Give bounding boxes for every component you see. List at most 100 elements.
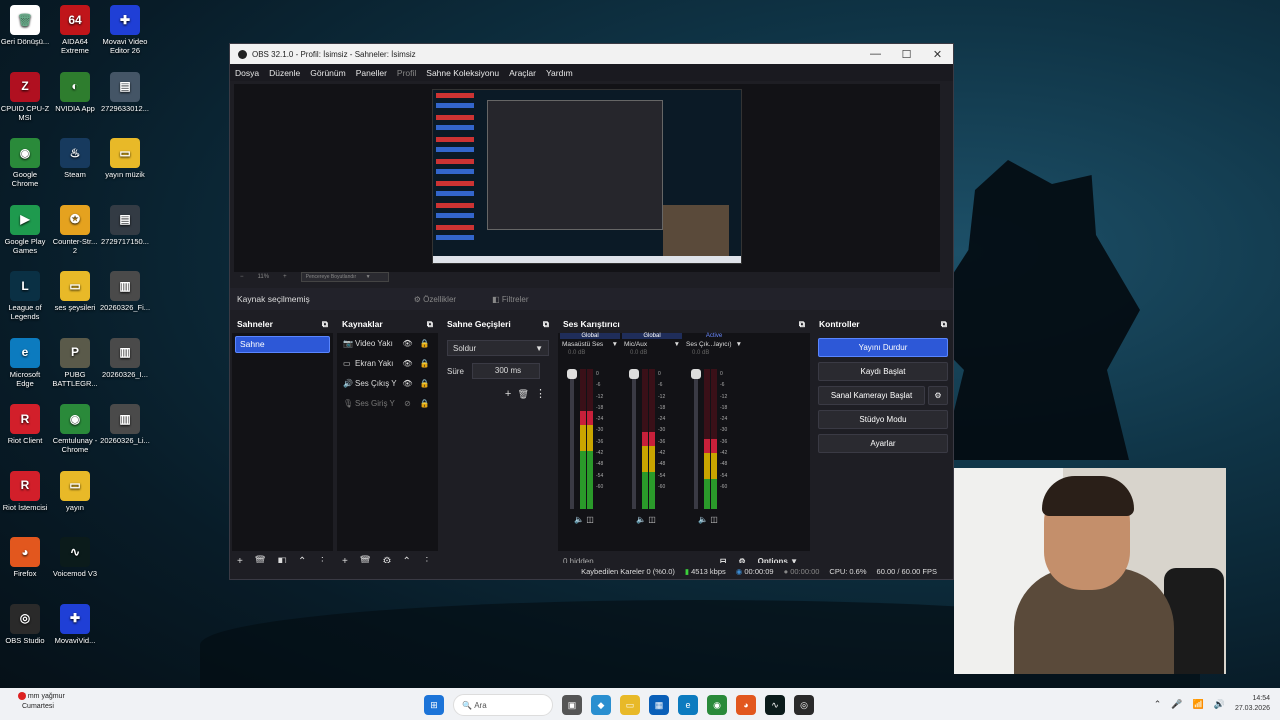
minimize-button[interactable]: — xyxy=(860,48,891,61)
search-box[interactable]: 🔍 Ara xyxy=(453,694,553,716)
source-item[interactable]: 📷 Video Yakı 👁 🔒 xyxy=(337,333,438,353)
desktop-icon[interactable]: ▥ 20260326_I... xyxy=(100,337,150,379)
eye-icon[interactable]: 👁 xyxy=(399,339,416,348)
source-item[interactable]: 🔊 Ses Çıkış Y 👁 🔒 xyxy=(337,373,438,393)
desktop-icon[interactable]: ▭ yayın xyxy=(50,470,100,512)
volume-fader[interactable] xyxy=(567,369,577,509)
undock-icon[interactable]: ⧉ xyxy=(543,319,549,330)
stop-streaming-button[interactable]: Yayını Durdur xyxy=(818,338,948,357)
volume-fader[interactable] xyxy=(629,369,639,509)
weather-widget[interactable]: 2 mm yağmur Cumartesi xyxy=(18,692,65,712)
menu-help[interactable]: Yardım xyxy=(546,68,573,78)
menu-scene-collection[interactable]: Sahne Koleksiyonu xyxy=(426,68,499,78)
desktop-icon[interactable]: ◎ OBS Studio xyxy=(0,603,50,645)
speaker-icon[interactable]: 🔈 xyxy=(698,515,708,524)
task-view-icon[interactable]: ▣ xyxy=(562,695,582,715)
speaker-icon[interactable]: 🔈 xyxy=(574,515,584,524)
desktop-icon[interactable]: Z CPUID CPU-Z MSI xyxy=(0,71,50,122)
mic-icon[interactable]: 🎤 xyxy=(1171,699,1182,710)
headphone-icon[interactable]: ◫ xyxy=(648,515,656,524)
menu-profile[interactable]: Profil xyxy=(397,68,416,78)
desktop-icon[interactable]: 🗑 Geri Dönüşü... xyxy=(0,5,50,46)
fader-knob[interactable] xyxy=(629,369,639,379)
menu-tools[interactable]: Araçlar xyxy=(509,68,536,78)
preview-canvas[interactable] xyxy=(234,84,940,272)
desktop-icon[interactable]: ▤ 2729633012... xyxy=(100,71,150,113)
desktop-icon[interactable]: P PUBG BATTLEGR... xyxy=(50,337,100,388)
start-recording-button[interactable]: Kaydı Başlat xyxy=(818,362,948,381)
channel-name-row[interactable]: Masaüstü Ses ▼ xyxy=(560,341,620,348)
desktop-icon[interactable]: 64 AIDA64 Extreme xyxy=(50,5,100,55)
fader-knob[interactable] xyxy=(567,369,577,379)
desktop-icon[interactable]: ♨ Steam xyxy=(50,138,100,179)
desktop-icon[interactable]: ✚ MovaviVid... xyxy=(50,603,100,645)
menu-view[interactable]: Görünüm xyxy=(310,68,345,78)
obs-icon[interactable]: ◎ xyxy=(794,695,814,715)
more-icon[interactable]: ⋮ xyxy=(535,388,546,400)
desktop-icon[interactable]: ◉ Cemtulunay - Chrome xyxy=(50,404,100,454)
start-virtual-camera-button[interactable]: Sanal Kamerayı Başlat xyxy=(818,386,925,405)
desktop-icon[interactable]: L League of Legends xyxy=(0,271,50,321)
maximize-button[interactable]: ☐ xyxy=(891,48,922,61)
undock-icon[interactable]: ⧉ xyxy=(322,319,328,330)
volume-icon[interactable]: 🔊 xyxy=(1214,699,1225,710)
desktop-icon[interactable]: ◉ Google Chrome xyxy=(0,138,50,188)
menu-edit[interactable]: Düzenle xyxy=(269,68,300,78)
desktop-icon[interactable]: ▤ 2729717150... xyxy=(100,204,150,246)
headphone-icon[interactable]: ◫ xyxy=(710,515,718,524)
speaker-icon[interactable]: 🔈 xyxy=(636,515,646,524)
desktop-icon[interactable]: ◐ NVIDIA App xyxy=(50,71,100,113)
clock[interactable]: 14:54 27.03.2026 xyxy=(1235,694,1270,714)
lock-icon[interactable]: 🔒 xyxy=(416,359,433,368)
store-icon[interactable]: ▦ xyxy=(649,695,669,715)
duration-input[interactable]: 300 ms xyxy=(471,363,540,379)
desktop-icon[interactable]: ∿ Voicemod V3 xyxy=(50,537,100,578)
lock-icon[interactable]: 🔒 xyxy=(416,379,433,388)
zoom-in-button[interactable]: + xyxy=(283,274,287,280)
wifi-icon[interactable]: 📶 xyxy=(1193,699,1204,710)
lock-icon[interactable]: 🔒 xyxy=(416,339,433,348)
scene-item[interactable]: Sahne xyxy=(235,336,330,353)
volume-fader[interactable] xyxy=(691,369,701,509)
desktop-icon[interactable]: ✪ Counter-Str... 2 xyxy=(50,204,100,255)
desktop-icon[interactable]: ▥ 20260326_Li... xyxy=(100,404,150,445)
studio-mode-button[interactable]: Stüdyo Modu xyxy=(818,410,948,429)
source-item[interactable]: 🎙 Ses Giriş Y ⊘ 🔒 xyxy=(337,393,438,413)
eye-icon[interactable]: 👁 xyxy=(399,359,416,368)
desktop-icon[interactable]: ▥ 20260326_Fi... xyxy=(100,271,150,312)
zoom-out-button[interactable]: − xyxy=(240,274,244,280)
lock-icon[interactable]: 🔒 xyxy=(416,399,433,408)
eye-icon[interactable]: ⊘ xyxy=(399,399,416,408)
desktop-icon[interactable]: ✚ Movavi Video Editor 26 xyxy=(100,5,150,55)
fader-knob[interactable] xyxy=(691,369,701,379)
chevron-up-icon[interactable]: ⌃ xyxy=(1154,699,1162,710)
desktop-icon[interactable]: ◕ Firefox xyxy=(0,537,50,578)
desktop-icon[interactable]: R Riot İstemcisi xyxy=(0,470,50,512)
desktop-icon[interactable]: ▶ Google Play Games xyxy=(0,204,50,255)
voicemod-icon[interactable]: ∿ xyxy=(765,695,785,715)
menu-docks[interactable]: Paneller xyxy=(356,68,387,78)
desktop-icon[interactable]: R Riot Client xyxy=(0,404,50,445)
source-item[interactable]: ▭ Ekran Yakı 👁 🔒 xyxy=(337,353,438,373)
edge-icon[interactable]: e xyxy=(678,695,698,715)
channel-name-row[interactable]: Mic/Aux ▼ xyxy=(622,341,682,348)
properties-button[interactable]: ⚙ Özellikler xyxy=(406,293,464,306)
close-button[interactable]: ✕ xyxy=(922,48,953,61)
zoom-select[interactable]: Pencereye Boyutlandır ▼ xyxy=(300,272,389,282)
desktop-icon[interactable]: ▭ ses şeysileri xyxy=(50,271,100,312)
undock-icon[interactable]: ⧉ xyxy=(427,319,433,330)
file-explorer-icon[interactable]: ▭ xyxy=(620,695,640,715)
eye-icon[interactable]: 👁 xyxy=(399,379,416,388)
firefox-icon[interactable]: ◕ xyxy=(736,695,756,715)
virtual-camera-settings-icon[interactable]: ⚙ xyxy=(928,386,948,405)
menu-file[interactable]: Dosya xyxy=(235,68,259,78)
channel-name-row[interactable]: Ses Çık...layıcı) ▼ xyxy=(684,341,744,348)
undock-icon[interactable]: ⧉ xyxy=(941,319,947,330)
chrome-icon[interactable]: ◉ xyxy=(707,695,727,715)
start-icon[interactable]: ⊞ xyxy=(424,695,444,715)
filters-button[interactable]: ◧ Filtreler xyxy=(484,293,536,306)
headphone-icon[interactable]: ◫ xyxy=(586,515,594,524)
add-icon[interactable]: + xyxy=(505,388,511,400)
copilot-icon[interactable]: ◆ xyxy=(591,695,611,715)
settings-button[interactable]: Ayarlar xyxy=(818,434,948,453)
